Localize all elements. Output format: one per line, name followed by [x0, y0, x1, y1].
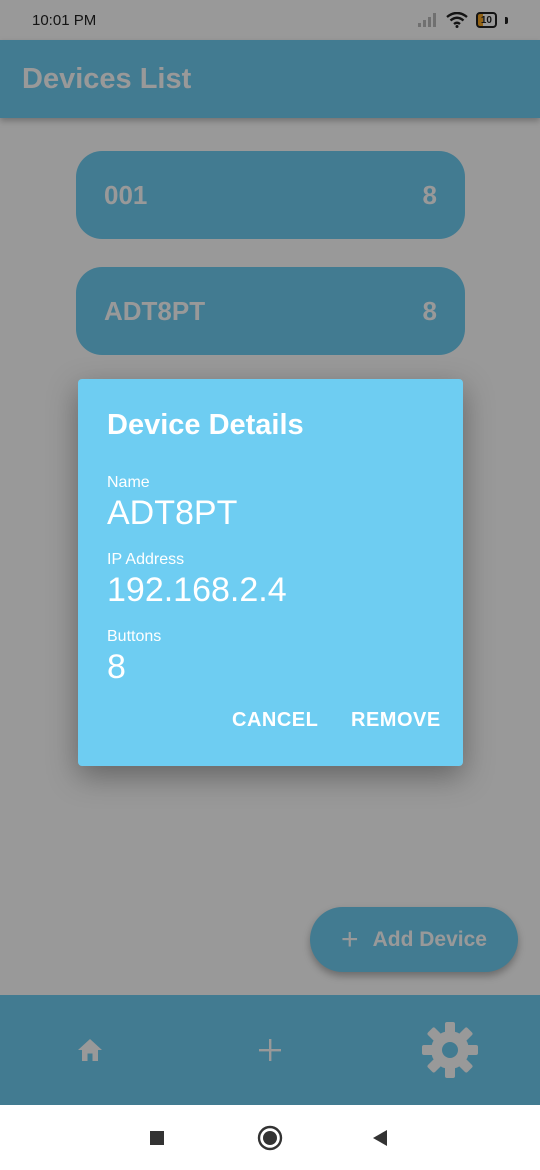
- buttons-label: Buttons: [107, 628, 162, 645]
- name-label: Name: [107, 474, 150, 491]
- recents-icon: [150, 1130, 164, 1145]
- app-screen: 10:01 PM 10 Devices List 001 8 ADT8PT 8 …: [0, 0, 540, 1105]
- remove-button[interactable]: REMOVE: [351, 709, 441, 732]
- cancel-button[interactable]: CANCEL: [232, 709, 318, 732]
- ip-address-label: IP Address: [107, 551, 185, 568]
- device-details-dialog: Device Details Name ADT8PT IP Address 19…: [78, 379, 463, 766]
- name-value: ADT8PT: [107, 494, 238, 532]
- dialog-title: Device Details: [107, 409, 304, 441]
- buttons-value: 8: [107, 648, 126, 686]
- back-button[interactable]: [360, 1105, 400, 1170]
- ip-address-value: 192.168.2.4: [107, 571, 287, 609]
- back-icon: [373, 1129, 387, 1146]
- home-button[interactable]: [250, 1105, 290, 1170]
- home-circle-icon: [257, 1125, 283, 1150]
- system-nav-bar: [0, 1105, 540, 1170]
- recents-button[interactable]: [137, 1105, 177, 1170]
